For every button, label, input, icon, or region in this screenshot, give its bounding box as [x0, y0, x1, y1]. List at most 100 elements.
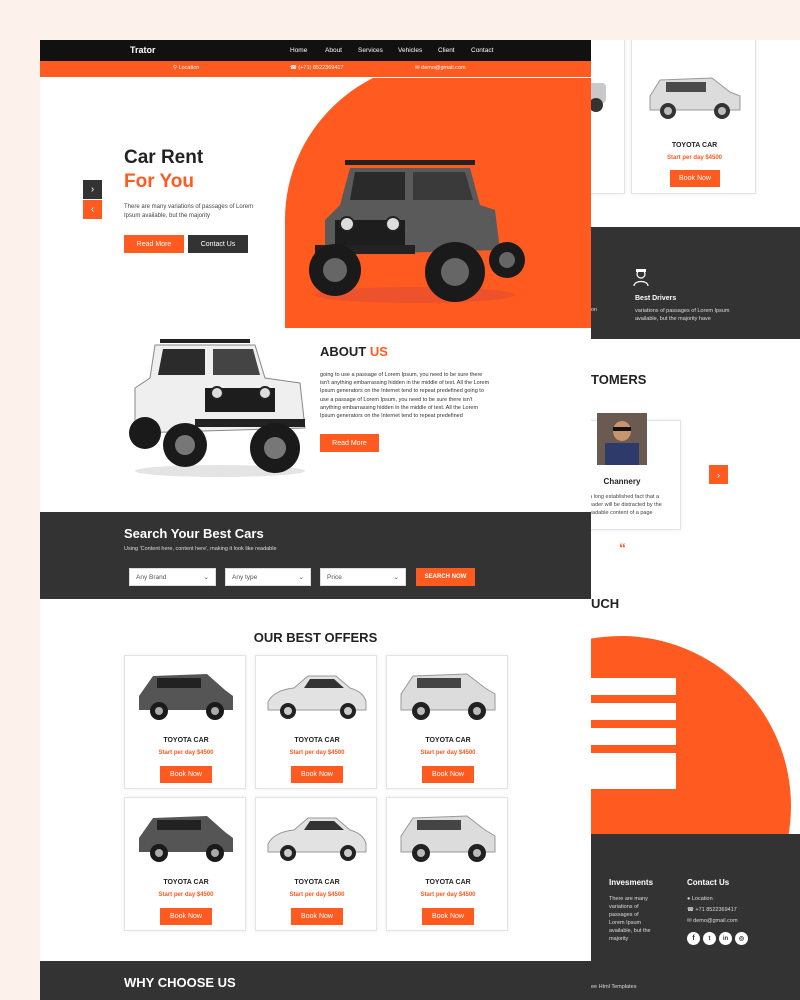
offer-card: TOYOTA CAR Start per day $4500 Book Now	[255, 655, 377, 789]
car-title: TOYOTA CAR	[163, 737, 209, 744]
services-band: Best Drivers variations of passages of L…	[591, 227, 800, 339]
offer-card: TOYOTA CAR Start per day $4500 Book Now	[386, 797, 508, 931]
hero-prev-button[interactable]: ‹	[83, 200, 102, 219]
footer-phone: ☎ +71 8522369417	[687, 907, 737, 913]
instagram-icon[interactable]: ◎	[735, 932, 748, 945]
book-now-button[interactable]: Book Now	[670, 170, 720, 187]
footer-contact-title: Contact Us	[687, 878, 730, 887]
carousel-next-button[interactable]: ›	[709, 465, 728, 484]
secondary-page-preview: TOYOTA CAR Start per day $4500 Book Now …	[591, 40, 800, 1000]
hero-title-line2: For You	[124, 171, 195, 192]
driver-icon	[633, 269, 649, 287]
search-subtitle: Using 'Content here, content here', maki…	[124, 546, 277, 552]
customer-name: Channery	[603, 477, 641, 486]
nav-vehicles[interactable]: Vehicles	[398, 47, 422, 54]
chevron-down-icon: ⌄	[298, 574, 304, 581]
location-icon: ⚲	[173, 65, 178, 71]
feature-text-partial: on	[591, 307, 598, 313]
hero-jeep-image	[309, 160, 525, 303]
car-title: TOYOTA CAR	[425, 737, 471, 744]
why-choose-heading: WHY CHOOSE US	[124, 975, 236, 990]
email-icon: ✉	[415, 65, 420, 71]
search-now-button[interactable]: SEARCH NOW	[416, 568, 475, 586]
book-now-button[interactable]: Book Now	[291, 908, 343, 925]
phone-icon: ☎	[290, 65, 297, 71]
car-price: Start per day $4500	[666, 155, 723, 161]
offer-card: TOYOTA CAR Start per day $4500 Book Now	[124, 797, 246, 931]
car-image	[400, 673, 496, 720]
footer-invest-text: There are many variations of passages of…	[609, 896, 651, 942]
car-title: TOYOTA CAR	[294, 879, 340, 886]
type-select[interactable]: Any type ⌄	[225, 568, 311, 586]
touch-heading: UCH	[591, 596, 620, 611]
book-now-button[interactable]: Book Now	[291, 766, 343, 783]
about-heading: ABOUT US	[320, 344, 388, 359]
footer-location: ● Location	[687, 896, 713, 902]
info-bar: ⚲ Location ☎ (+71) 8522369417 ✉ demo@gma…	[40, 61, 591, 77]
info-location: ⚲ Location	[173, 65, 200, 71]
hero-title-line1: Car Rent	[124, 147, 204, 168]
car-title: TOYOTA CAR	[163, 879, 209, 886]
book-now-button[interactable]: Book Now	[160, 908, 212, 925]
car-price: Start per day $4500	[420, 750, 476, 756]
nav-client[interactable]: Client	[438, 47, 455, 54]
footer: Invesments There are many variations of …	[591, 834, 800, 1000]
book-now-button[interactable]: Book Now	[422, 766, 474, 783]
testimonial-card: Channery a long established fact that a …	[591, 413, 681, 530]
chevron-down-icon: ⌄	[393, 574, 399, 581]
car-price: Start per day $4500	[289, 892, 345, 898]
message-field[interactable]	[591, 753, 676, 789]
car-title: TOYOTA CAR	[671, 142, 718, 149]
brand-logo[interactable]: Trator	[130, 45, 156, 55]
car-image	[267, 675, 367, 719]
car-price: Start per day $4500	[420, 892, 476, 898]
offer-card: TOYOTA CAR Start per day $4500 Book Now	[255, 797, 377, 931]
social-links: f t in ◎	[687, 932, 748, 945]
customer-quote: a long established fact that a eader wil…	[591, 494, 662, 516]
hero-read-more-button[interactable]: Read More	[124, 235, 184, 253]
chevron-down-icon: ⌄	[203, 574, 209, 581]
about-jeep-image	[129, 339, 306, 477]
offer-card: TOYOTA CAR Start per day $4500 Book Now	[386, 655, 508, 789]
nav-about[interactable]: About	[325, 47, 342, 54]
phone-field[interactable]	[591, 728, 676, 745]
name-field[interactable]	[591, 678, 676, 695]
hero-contact-button[interactable]: Contact Us	[188, 235, 248, 253]
footer-invest-title: Invesments	[609, 878, 654, 887]
car-title: TOYOTA CAR	[425, 879, 471, 886]
why-choose-section: WHY CHOOSE US	[40, 961, 591, 1000]
offer-card: TOYOTA CAR Start per day $4500 Book Now	[631, 40, 756, 194]
twitter-icon[interactable]: t	[703, 932, 716, 945]
car-price: Start per day $4500	[158, 750, 214, 756]
about-read-more-button[interactable]: Read More	[320, 434, 379, 452]
email-field[interactable]	[591, 703, 676, 720]
customers-heading: TOMERS	[591, 372, 647, 387]
navbar: Trator Home About Services Vehicles Clie…	[40, 40, 591, 61]
car-image	[267, 817, 367, 861]
feature-title: Best Drivers	[635, 295, 677, 302]
brand-select[interactable]: Any Brand ⌄	[129, 568, 216, 586]
facebook-icon[interactable]: f	[687, 932, 700, 945]
nav-home[interactable]: Home	[290, 47, 307, 54]
offer-card: TOYOTA CAR Start per day $4500 Book Now	[124, 655, 246, 789]
car-price: Start per day $4500	[158, 892, 214, 898]
car-image	[649, 77, 741, 119]
search-title: Search Your Best Cars	[124, 526, 264, 541]
car-price: Start per day $4500	[289, 750, 345, 756]
hero-next-button[interactable]: ›	[83, 180, 102, 199]
search-section: Search Your Best Cars Using 'Content her…	[40, 512, 591, 599]
book-now-button[interactable]: Book Now	[160, 766, 212, 783]
nav-services[interactable]: Services	[358, 47, 383, 54]
info-email: ✉ demo@gmail.com	[415, 65, 466, 71]
car-title: TOYOTA CAR	[294, 737, 340, 744]
book-now-button[interactable]: Book Now	[422, 908, 474, 925]
offers-heading: OUR BEST OFFERS	[253, 630, 378, 645]
linkedin-icon[interactable]: in	[719, 932, 732, 945]
hero-description: There are many variations of passages of…	[124, 204, 254, 219]
nav-contact[interactable]: Contact	[471, 47, 493, 54]
quote-icon: “	[619, 540, 626, 556]
price-select[interactable]: Price ⌄	[320, 568, 406, 586]
customer-avatar	[597, 413, 647, 465]
footer-email: ✉ demo@gmail.com	[687, 918, 738, 924]
feature-text: variations of passages of Lorem Ipsum av…	[635, 308, 730, 322]
